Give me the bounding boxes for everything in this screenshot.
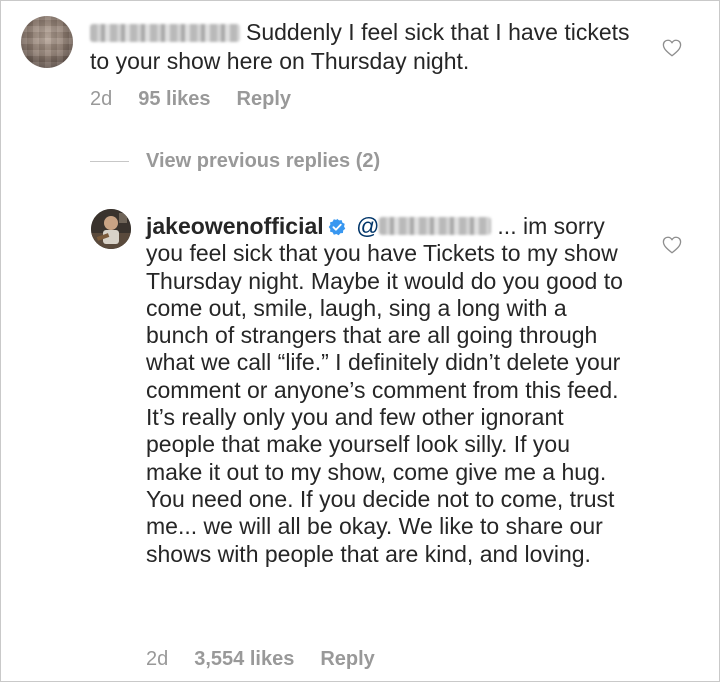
view-previous-label[interactable]: View previous replies (2): [146, 150, 380, 173]
comment-age: 2d: [146, 648, 169, 670]
likes-count[interactable]: 95 likes: [138, 88, 210, 110]
reply-body: jakeowenofficial @... im sorry you feel …: [146, 213, 626, 568]
username[interactable]: jakeowenofficial: [146, 213, 324, 239]
comment-body: Suddenly I feel sick that I have tickets…: [90, 18, 630, 76]
reply-text: ... im sorry you feel sick that you have…: [146, 213, 623, 567]
comment-meta: 2d 95 likes Reply: [90, 88, 317, 111]
view-previous-replies[interactable]: View previous replies (2): [90, 150, 380, 173]
mention-link[interactable]: @: [356, 213, 497, 239]
reply-button[interactable]: Reply: [320, 648, 374, 670]
divider: [90, 161, 129, 162]
heart-outline-icon[interactable]: [662, 39, 682, 57]
likes-count[interactable]: 3,554 likes: [194, 648, 294, 670]
blurred-mention: [379, 217, 492, 235]
avatar[interactable]: [91, 209, 131, 249]
reply-button[interactable]: Reply: [237, 88, 291, 110]
heart-outline-icon[interactable]: [662, 236, 682, 254]
reply-meta: 2d 3,554 likes Reply: [146, 648, 401, 671]
avatar-photo: [91, 209, 131, 249]
blurred-username[interactable]: [90, 24, 240, 42]
verified-badge-icon: [328, 218, 345, 236]
avatar[interactable]: [21, 16, 73, 68]
comment-age: 2d: [90, 88, 113, 110]
